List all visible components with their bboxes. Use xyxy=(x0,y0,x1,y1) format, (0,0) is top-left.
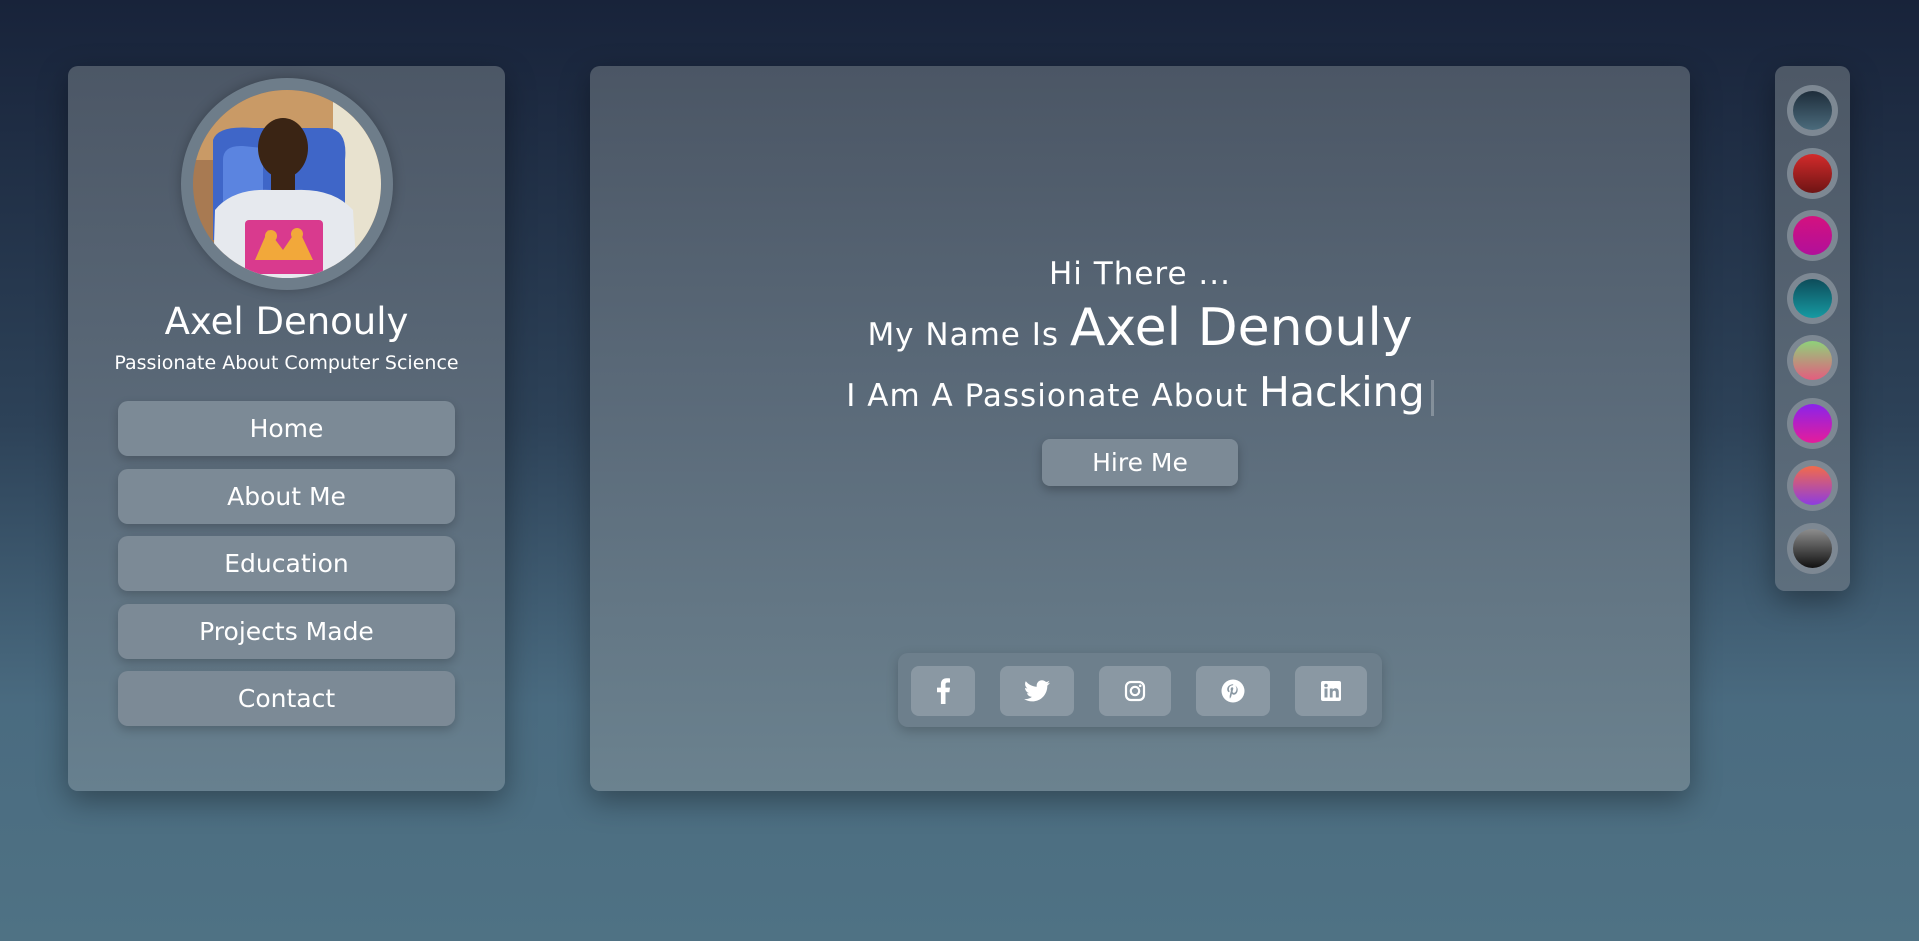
facebook-button[interactable] xyxy=(911,666,975,716)
hero-passion-line: I Am A Passionate About Hacking xyxy=(590,368,1690,416)
swatch-red xyxy=(1793,153,1832,193)
profile-tagline: Passionate About Computer Science xyxy=(114,352,459,374)
swatch-green-pink xyxy=(1793,341,1832,380)
typing-cursor xyxy=(1430,379,1434,416)
swatch-red-button[interactable] xyxy=(1787,147,1838,199)
nav-home-button[interactable]: Home xyxy=(118,401,455,456)
linkedin-button[interactable] xyxy=(1295,666,1367,716)
nav-education-button[interactable]: Education xyxy=(118,536,455,591)
hero-passion: Hacking xyxy=(1259,368,1425,416)
nav-contact-button[interactable]: Contact xyxy=(118,671,455,726)
linkedin-icon xyxy=(1321,681,1341,701)
profile-name: Axel Denouly xyxy=(164,300,409,343)
facebook-icon xyxy=(937,678,950,704)
swatch-purple-pink-button[interactable] xyxy=(1787,397,1838,449)
swatch-green-pink-button[interactable] xyxy=(1787,335,1838,386)
twitter-button[interactable] xyxy=(1000,666,1074,716)
hero-greeting: Hi There ... xyxy=(1049,256,1231,292)
swatch-orange-purple xyxy=(1793,466,1832,505)
hero-name-line: My Name Is Axel Denouly xyxy=(590,298,1690,358)
swatch-slate-button[interactable] xyxy=(1787,85,1838,136)
social-links-bar xyxy=(898,653,1382,727)
swatch-magenta xyxy=(1793,216,1832,255)
swatch-gray-black-button[interactable] xyxy=(1787,522,1838,574)
hero-passion-prefix: I Am A Passionate About xyxy=(846,378,1249,414)
twitter-icon xyxy=(1024,680,1050,702)
hero-name-prefix: My Name Is xyxy=(867,317,1059,353)
hire-me-button[interactable]: Hire Me xyxy=(1042,439,1238,486)
swatch-magenta-button[interactable] xyxy=(1787,210,1838,261)
pinterest-icon xyxy=(1221,679,1245,703)
theme-color-picker xyxy=(1775,66,1850,591)
swatch-purple-pink xyxy=(1793,403,1832,443)
nav-about-me-button[interactable]: About Me xyxy=(118,469,455,524)
pinterest-button[interactable] xyxy=(1196,666,1270,716)
profile-sidebar: Axel Denouly Passionate About Computer S… xyxy=(68,66,505,791)
nav-projects-made-button[interactable]: Projects Made xyxy=(118,604,455,659)
profile-photo xyxy=(192,90,381,278)
hero-panel: Hi There ... My Name Is Axel Denouly I A… xyxy=(590,66,1690,791)
avatar xyxy=(180,78,393,290)
swatch-teal xyxy=(1793,278,1832,318)
instagram-button[interactable] xyxy=(1099,666,1171,716)
instagram-icon xyxy=(1124,680,1146,702)
swatch-gray-black xyxy=(1793,528,1832,568)
swatch-teal-button[interactable] xyxy=(1787,272,1838,324)
swatch-slate xyxy=(1793,91,1832,130)
swatch-orange-purple-button[interactable] xyxy=(1787,460,1838,511)
hero-name: Axel Denouly xyxy=(1069,298,1413,358)
